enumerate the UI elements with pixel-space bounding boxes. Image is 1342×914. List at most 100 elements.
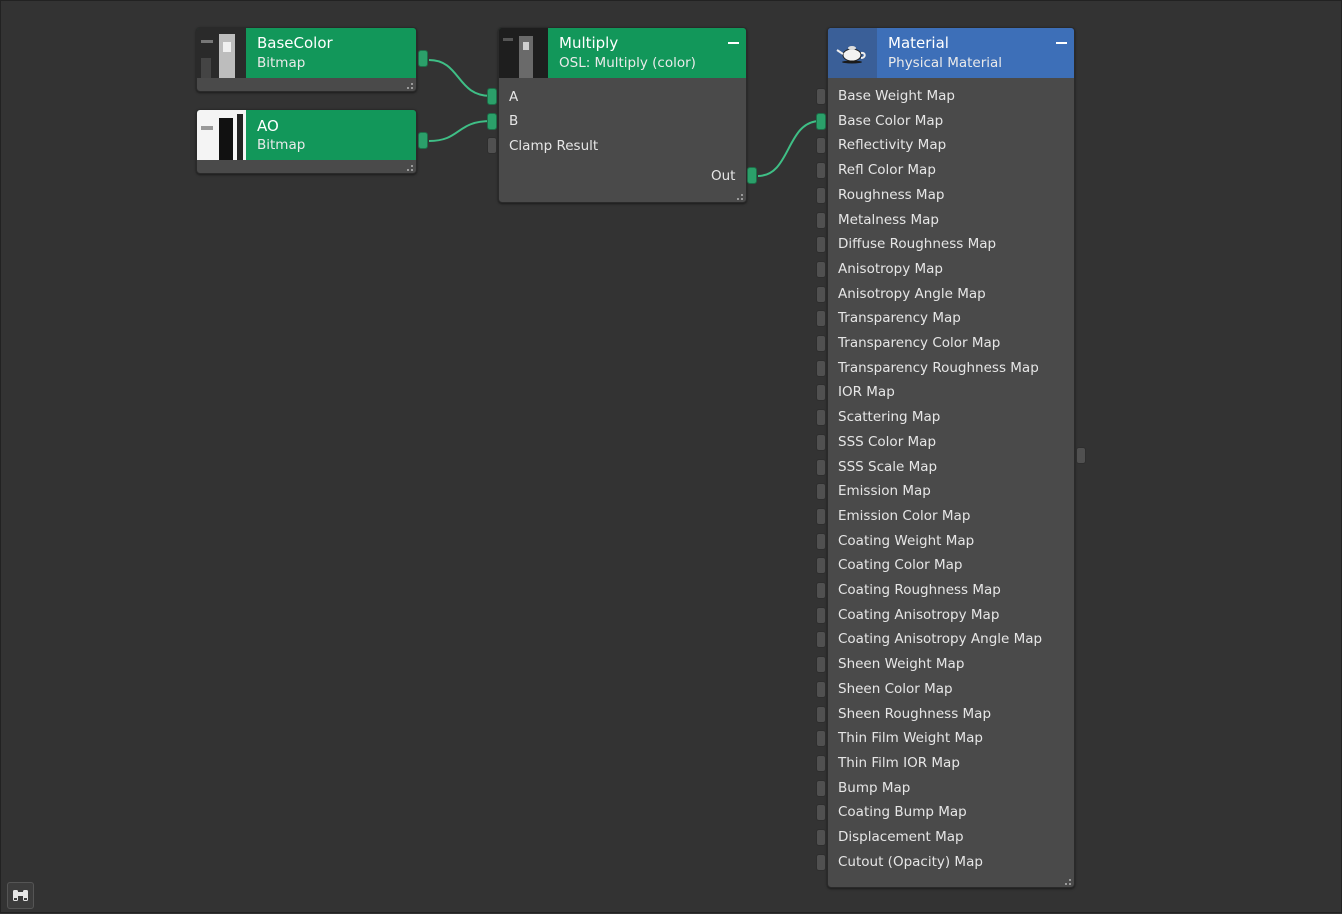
input-label-clamp-result: Clamp Result [509, 138, 599, 154]
material-output-port[interactable] [1076, 447, 1086, 464]
input-port-refl-color-map[interactable] [816, 162, 826, 180]
input-port-sheen-roughness-map[interactable] [816, 705, 826, 723]
input-port-sheen-weight-map[interactable] [816, 656, 826, 674]
node-header[interactable]: Material Physical Material [828, 28, 1074, 78]
bitmap-thumbnail [197, 110, 246, 160]
physical-material-node[interactable]: Material Physical Material Base Weight M… [827, 27, 1075, 888]
basecolor-output-port[interactable] [418, 50, 428, 67]
input-port-transparency-map[interactable] [816, 310, 826, 328]
collapse-button[interactable] [1056, 42, 1067, 44]
input-label-emission-color-map: Emission Color Map [838, 507, 971, 524]
input-label-cutout-opacity-map: Cutout (Opacity) Map [838, 853, 983, 870]
input-port-coating-anisotropy-map[interactable] [816, 606, 826, 624]
input-port-thin-film-ior-map[interactable] [816, 754, 826, 772]
input-port-sss-color-map[interactable] [816, 433, 826, 451]
multiply-output-port[interactable] [747, 167, 757, 184]
node-subtitle: Bitmap [257, 55, 306, 71]
input-label-a: A [509, 89, 519, 105]
input-label-coating-anisotropy-angle-map: Coating Anisotropy Angle Map [838, 631, 1043, 648]
input-port-emission-map[interactable] [816, 483, 826, 501]
node-header[interactable]: Multiply OSL: Multiply (color) [499, 28, 746, 78]
node-title: BaseColor [257, 34, 333, 52]
multiply-input-port-a[interactable] [487, 88, 497, 105]
input-port-scattering-map[interactable] [816, 409, 826, 427]
input-port-coating-roughness-map[interactable] [816, 582, 826, 599]
input-port-coating-anisotropy-angle-map[interactable] [816, 631, 826, 649]
input-port-roughness-map[interactable] [816, 186, 826, 204]
ao-output-port[interactable] [418, 132, 428, 149]
multiply-node[interactable]: Multiply OSL: Multiply (color) A B Clamp… [498, 27, 747, 203]
output-label-out: Out [711, 168, 736, 184]
input-label-refl-color-map: Refl Color Map [838, 162, 936, 179]
input-label-anisotropy-map: Anisotropy Map [838, 260, 943, 277]
bitmap-thumbnail [197, 28, 246, 78]
input-label-metalness-map: Metalness Map [838, 211, 939, 228]
input-port-reflectivity-map[interactable] [816, 137, 826, 155]
input-port-transparency-color-map[interactable] [816, 335, 826, 352]
input-label-emission-map: Emission Map [838, 483, 931, 500]
input-label-thin-film-ior-map: Thin Film IOR Map [838, 754, 960, 771]
input-port-coating-weight-map[interactable] [816, 532, 826, 550]
input-port-metalness-map[interactable] [816, 211, 826, 229]
node-subtitle: Physical Material [888, 55, 1003, 71]
ao-bitmap-node[interactable]: AO Bitmap [196, 109, 417, 174]
input-port-coating-color-map[interactable] [816, 557, 826, 575]
resize-grip[interactable] [405, 81, 413, 89]
input-port-coating-bump-map[interactable] [816, 804, 826, 822]
input-label-thin-film-weight-map: Thin Film Weight Map [838, 730, 983, 747]
input-label-sheen-weight-map: Sheen Weight Map [838, 656, 965, 673]
multiply-input-port-clamp[interactable] [487, 137, 497, 154]
input-label-b: B [509, 113, 519, 129]
input-port-transparency-roughness-map[interactable] [816, 359, 826, 377]
input-label-base-color-map: Base Color Map [838, 112, 944, 129]
input-port-base-weight-map[interactable] [816, 88, 826, 105]
node-subtitle: Bitmap [257, 137, 306, 153]
input-port-cutout-opacity-map[interactable] [816, 853, 826, 871]
multiply-input-port-b[interactable] [487, 113, 497, 130]
input-label-sheen-color-map: Sheen Color Map [838, 680, 953, 697]
wire-out-to-basecolormap [757, 120, 821, 177]
input-label-roughness-map: Roughness Map [838, 186, 945, 203]
basecolor-bitmap-node[interactable]: BaseColor Bitmap [196, 27, 417, 92]
input-label-coating-bump-map: Coating Bump Map [838, 804, 967, 821]
input-label-coating-color-map: Coating Color Map [838, 557, 963, 574]
input-port-anisotropy-angle-map[interactable] [816, 285, 826, 303]
input-port-sheen-color-map[interactable] [816, 680, 826, 698]
input-port-anisotropy-map[interactable] [816, 260, 826, 278]
resize-grip[interactable] [1063, 877, 1071, 885]
input-label-scattering-map: Scattering Map [838, 409, 941, 426]
input-label-coating-weight-map: Coating Weight Map [838, 532, 975, 549]
node-title: Material [888, 34, 949, 52]
input-label-sss-scale-map: SSS Scale Map [838, 458, 938, 475]
input-label-transparency-map: Transparency Map [838, 310, 961, 327]
input-label-reflectivity-map: Reflectivity Map [838, 137, 947, 154]
node-title: AO [257, 117, 279, 135]
node-header[interactable]: AO Bitmap [197, 110, 416, 160]
binoculars-icon[interactable] [7, 882, 34, 909]
node-subtitle: OSL: Multiply (color) [559, 55, 696, 71]
input-port-emission-color-map[interactable] [816, 507, 826, 525]
input-port-bump-map[interactable] [816, 779, 826, 797]
input-label-coating-anisotropy-map: Coating Anisotropy Map [838, 606, 1000, 623]
teapot-icon [828, 28, 877, 78]
input-label-base-weight-map: Base Weight Map [838, 88, 955, 104]
input-label-transparency-color-map: Transparency Color Map [838, 335, 1001, 351]
node-header[interactable]: BaseColor Bitmap [197, 28, 416, 78]
input-port-diffuse-roughness-map[interactable] [816, 236, 826, 254]
input-port-sss-scale-map[interactable] [816, 458, 826, 476]
resize-grip[interactable] [735, 192, 743, 200]
input-label-bump-map: Bump Map [838, 779, 911, 796]
input-port-ior-map[interactable] [816, 384, 826, 402]
wire-ao-to-b [428, 120, 492, 142]
input-label-diffuse-roughness-map: Diffuse Roughness Map [838, 236, 997, 253]
input-port-thin-film-weight-map[interactable] [816, 730, 826, 748]
input-label-ior-map: IOR Map [838, 384, 895, 401]
input-label-displacement-map: Displacement Map [838, 829, 964, 845]
resize-grip[interactable] [405, 163, 413, 171]
input-label-transparency-roughness-map: Transparency Roughness Map [838, 359, 1039, 376]
node-editor-canvas[interactable]: BaseColor Bitmap AO Bitmap Multiply OSL:… [0, 0, 1342, 913]
input-port-base-color-map[interactable] [816, 112, 826, 130]
input-port-displacement-map[interactable] [816, 829, 826, 846]
node-thumbnail [499, 28, 548, 78]
collapse-button[interactable] [728, 42, 739, 44]
